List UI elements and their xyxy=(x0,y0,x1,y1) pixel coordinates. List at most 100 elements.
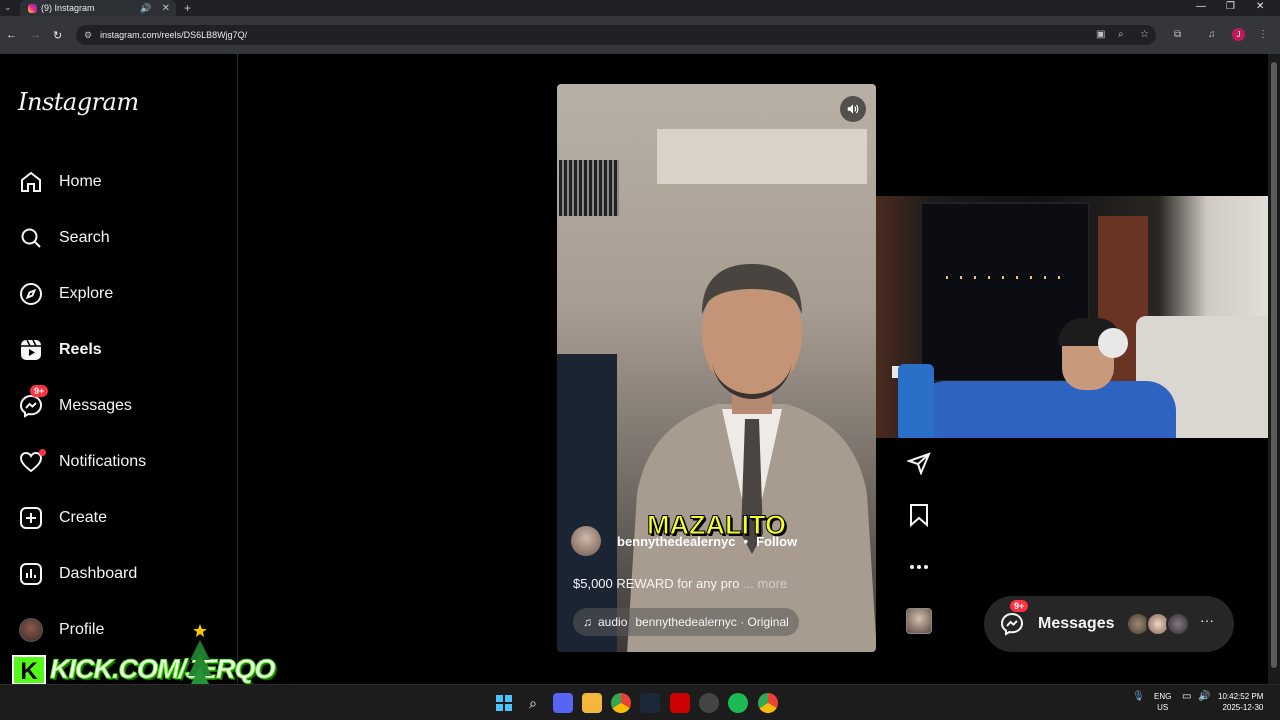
chrome-icon[interactable] xyxy=(611,693,631,713)
sidebar-item-label: Messages xyxy=(59,397,132,414)
plus-square-icon xyxy=(18,505,44,531)
audio-text: bennythedealernyc · Original xyxy=(635,615,789,629)
audio-thumbnail[interactable] xyxy=(906,608,932,634)
stream-app-icon[interactable] xyxy=(670,693,690,713)
more-options-button[interactable] xyxy=(906,554,932,580)
file-explorer-icon[interactable] xyxy=(582,693,602,713)
webcam-headset xyxy=(1098,328,1128,358)
messages-badge: 9+ xyxy=(30,385,49,397)
sidebar-item-create[interactable]: Create xyxy=(18,503,107,533)
sidebar-item-messages[interactable]: 9+ Messages xyxy=(18,385,132,421)
page-scrollbar[interactable] xyxy=(1268,54,1280,684)
webcam-shirt xyxy=(916,381,1176,438)
recent-contacts xyxy=(1126,612,1190,636)
scrollbar-thumb[interactable] xyxy=(1271,62,1277,668)
sidebar-item-reels[interactable]: Reels xyxy=(18,335,102,365)
tab-title: (9) Instagram xyxy=(41,3,95,13)
messages-drawer-button[interactable]: 9+ Messages ··· xyxy=(984,596,1234,652)
browser-tab[interactable]: (9) Instagram 🔊 ✕ xyxy=(20,0,176,16)
instagram-favicon-icon xyxy=(28,3,37,13)
taskbar-search-icon[interactable]: ⌕ xyxy=(523,693,543,713)
tab-search-icon[interactable]: ⌄ xyxy=(4,2,12,13)
tab-close-icon[interactable]: ✕ xyxy=(162,3,170,14)
messages-pill-badge: 9+ xyxy=(1010,600,1029,612)
sidebar-item-label: Profile xyxy=(59,621,105,638)
mute-toggle-button[interactable] xyxy=(840,96,866,122)
install-app-icon[interactable]: ▣ xyxy=(1096,29,1105,40)
author-separator: • xyxy=(743,533,749,549)
reel-scene-ceiling xyxy=(657,129,867,184)
browser-toolbar: ← → ↻ ⚙ instagram.com/reels/DS6LB8Wjg7Q/… xyxy=(0,16,1280,54)
browser-profile-avatar[interactable]: J xyxy=(1232,28,1245,41)
back-icon[interactable]: ← xyxy=(6,29,17,41)
reel-author: bennythedealernyc • Follow xyxy=(571,526,797,556)
obs-icon[interactable] xyxy=(699,693,719,713)
sidebar-item-notifications[interactable]: Notifications xyxy=(18,447,146,477)
network-icon[interactable]: ▭ xyxy=(1182,691,1191,702)
bookmark-icon xyxy=(910,504,928,527)
sidebar-item-home[interactable]: Home xyxy=(18,167,102,197)
zoom-icon[interactable]: ⌕ xyxy=(1118,29,1124,40)
volume-icon[interactable]: 🔊 xyxy=(1198,691,1210,702)
language-indicator[interactable]: ENG US xyxy=(1154,691,1171,713)
webcam-city-lights xyxy=(946,276,1066,279)
sidebar-item-search[interactable]: Search xyxy=(18,223,110,253)
bookmark-star-icon[interactable]: ☆ xyxy=(1140,29,1149,40)
new-tab-button[interactable]: + xyxy=(184,1,191,15)
forward-icon[interactable]: → xyxy=(30,29,41,41)
author-username[interactable]: bennythedealernyc xyxy=(617,534,736,549)
minimize-icon[interactable]: — xyxy=(1196,1,1206,12)
more-link[interactable]: ... more xyxy=(743,576,787,591)
sidebar-item-dashboard[interactable]: Dashboard xyxy=(18,559,137,589)
compass-icon xyxy=(18,281,44,307)
browser-menu-icon[interactable]: ⋮ xyxy=(1258,29,1268,40)
mic-icon[interactable]: 🎙 xyxy=(1132,691,1145,702)
music-note-icon: ♫ xyxy=(583,615,592,629)
reload-icon[interactable]: ↻ xyxy=(53,29,62,42)
lang-code: ENG xyxy=(1154,692,1172,701)
notification-dot xyxy=(39,449,46,456)
messenger-icon: 9+ xyxy=(18,385,49,419)
reel-scene-vent xyxy=(559,160,619,216)
region-code: US xyxy=(1157,703,1169,712)
reels-icon xyxy=(18,337,44,363)
messages-pill-label: Messages xyxy=(1038,615,1115,632)
home-icon xyxy=(18,169,44,195)
chrome-active-icon[interactable] xyxy=(758,693,778,713)
reel-description-text: $5,000 REWARD for any pro xyxy=(573,576,740,591)
author-avatar[interactable] xyxy=(571,526,601,556)
sidebar-item-label: Explore xyxy=(59,285,114,302)
audio-pill[interactable]: ♫ audio bennythedealernyc · Original xyxy=(573,608,799,636)
address-bar[interactable]: ⚙ instagram.com/reels/DS6LB8Wjg7Q/ xyxy=(76,25,1156,45)
discord-icon[interactable] xyxy=(553,693,573,713)
kick-overlay: K KICK.COM/JERQO xyxy=(12,654,277,685)
tab-audio-icon[interactable]: 🔊 xyxy=(140,3,151,14)
reel-description: $5,000 REWARD for any pro ... more xyxy=(573,576,787,591)
close-window-icon[interactable]: ✕ xyxy=(1256,1,1264,12)
extensions-icon[interactable]: ⧉ xyxy=(1174,29,1181,40)
clock[interactable]: 10:42:52 PM 2025-12-30 xyxy=(1218,691,1263,713)
sidebar-item-profile[interactable]: Profile xyxy=(18,615,104,645)
instagram-logo[interactable]: Instagram xyxy=(18,88,139,116)
steam-icon[interactable] xyxy=(640,693,660,713)
maximize-icon[interactable]: ❐ xyxy=(1226,1,1235,12)
spotify-icon[interactable] xyxy=(728,693,748,713)
site-info-icon[interactable]: ⚙ xyxy=(84,30,92,41)
contact-avatar[interactable] xyxy=(1166,612,1190,636)
webcam-overlay xyxy=(876,196,1280,438)
save-button[interactable] xyxy=(906,502,932,528)
instagram-page: Instagram Home Search Explore Reels 9+ M… xyxy=(0,54,1280,684)
speaker-icon xyxy=(847,104,859,114)
media-controls-icon[interactable]: ♫ xyxy=(1208,29,1216,40)
follow-button[interactable]: Follow xyxy=(756,534,797,549)
share-button[interactable] xyxy=(906,450,932,476)
messages-more[interactable]: ··· xyxy=(1200,612,1214,628)
sidebar-item-label: Notifications xyxy=(59,453,147,470)
windows-start-icon[interactable] xyxy=(494,693,514,713)
audio-label: audio xyxy=(598,615,628,629)
sidebar-item-explore[interactable]: Explore xyxy=(18,279,113,309)
reel-video[interactable]: MAZALITO bennythedealernyc • Follow $5,0… xyxy=(557,84,876,652)
send-icon xyxy=(907,452,931,475)
profile-avatar xyxy=(18,617,44,643)
kick-url-text: KICK.COM/JERQO xyxy=(50,654,277,685)
